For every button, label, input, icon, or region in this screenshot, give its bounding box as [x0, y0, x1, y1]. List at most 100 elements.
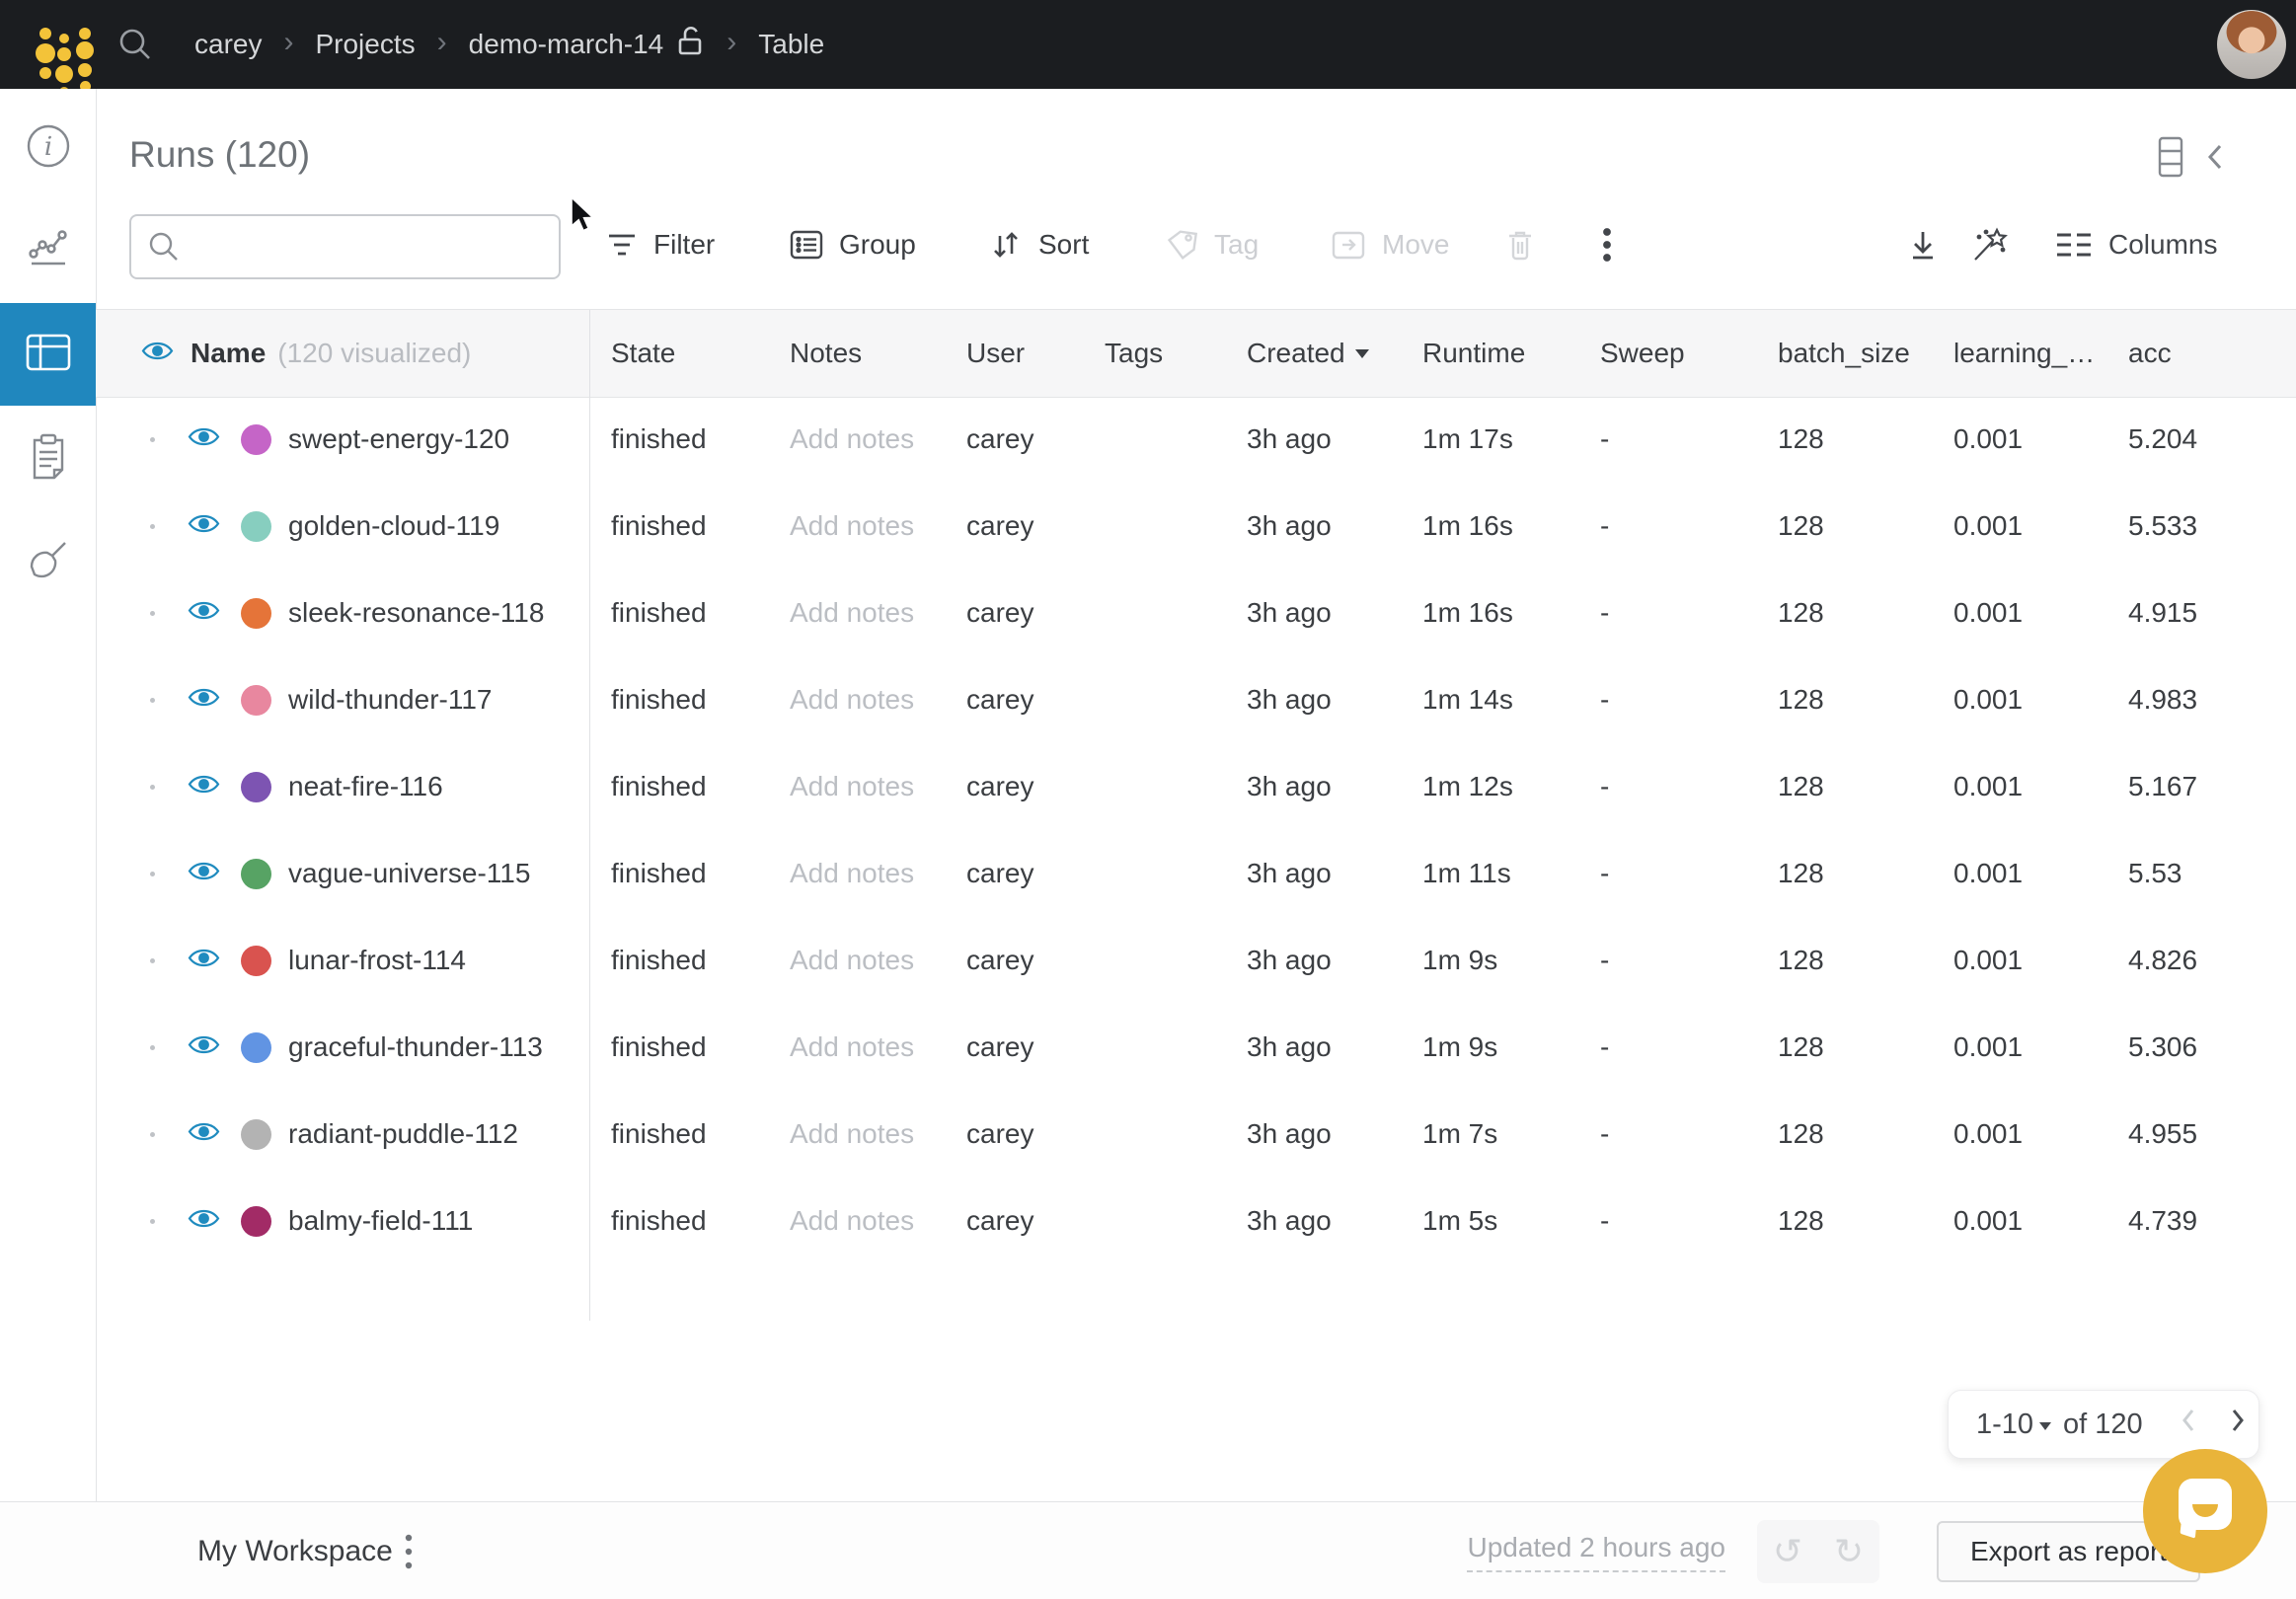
runs-search-input[interactable]	[191, 215, 559, 278]
sidebar-item-table[interactable]	[0, 303, 96, 406]
redo-button[interactable]: ↻	[1818, 1520, 1879, 1583]
move-button[interactable]: Move	[1331, 215, 1449, 274]
cell-notes[interactable]: Add notes	[769, 830, 946, 917]
run-name-link[interactable]: vague-universe-115	[288, 858, 530, 889]
run-name-link[interactable]: swept-energy-120	[288, 423, 509, 455]
table-row[interactable]: golden-cloud-119 finished Add notes care…	[96, 483, 2296, 570]
table-row[interactable]: lunar-frost-114 finished Add notes carey…	[96, 917, 2296, 1004]
visibility-eye-icon[interactable]	[188, 510, 220, 542]
visibility-eye-icon[interactable]	[188, 771, 220, 802]
cell-notes[interactable]: Add notes	[769, 1004, 946, 1091]
run-color-dot[interactable]	[241, 511, 271, 542]
cell-notes[interactable]: Add notes	[769, 656, 946, 743]
collapse-panel-chevron-icon[interactable]	[2205, 142, 2225, 177]
column-header-notes[interactable]: Notes	[769, 310, 946, 397]
run-name-link[interactable]: balmy-field-111	[288, 1205, 473, 1237]
table-row[interactable]: wild-thunder-117 finished Add notes care…	[96, 656, 2296, 743]
cell-notes[interactable]: Add notes	[769, 570, 946, 656]
table-row[interactable]: sleek-resonance-118 finished Add notes c…	[96, 570, 2296, 656]
column-header-sweep[interactable]: Sweep	[1579, 310, 1757, 397]
visibility-eye-icon[interactable]	[188, 1031, 220, 1063]
delete-button[interactable]	[1504, 215, 1536, 274]
more-options-button[interactable]	[1601, 215, 1613, 274]
download-button[interactable]	[1905, 215, 1941, 274]
cell-notes[interactable]: Add notes	[769, 917, 946, 1004]
row-drag-handle[interactable]	[150, 698, 155, 703]
run-name-link[interactable]: golden-cloud-119	[288, 510, 499, 542]
runs-search-box[interactable]	[129, 214, 561, 279]
column-header-runtime[interactable]: Runtime	[1402, 310, 1579, 397]
next-page-button[interactable]	[2228, 1407, 2248, 1442]
run-name-link[interactable]: sleek-resonance-118	[288, 597, 544, 629]
sidebar-item-overview[interactable]: i	[0, 97, 96, 199]
row-drag-handle[interactable]	[150, 1132, 155, 1137]
filter-button[interactable]: Filter	[606, 215, 715, 274]
undo-button[interactable]: ↺	[1757, 1520, 1818, 1583]
visibility-eye-icon[interactable]	[188, 1118, 220, 1150]
global-search-icon[interactable]	[116, 26, 154, 68]
column-header-tags[interactable]: Tags	[1084, 310, 1226, 397]
cell-notes[interactable]: Add notes	[769, 743, 946, 830]
group-button[interactable]: Group	[790, 215, 916, 274]
run-color-dot[interactable]	[241, 859, 271, 889]
cell-notes[interactable]: Add notes	[769, 396, 946, 483]
run-name-link[interactable]: lunar-frost-114	[288, 945, 466, 976]
table-row[interactable]: vague-universe-115 finished Add notes ca…	[96, 830, 2296, 917]
prev-page-button[interactable]	[2179, 1407, 2198, 1442]
run-color-dot[interactable]	[241, 1032, 271, 1063]
run-color-dot[interactable]	[241, 1119, 271, 1150]
run-color-dot[interactable]	[241, 598, 271, 629]
run-color-dot[interactable]	[241, 685, 271, 716]
table-row[interactable]: swept-energy-120 finished Add notes care…	[96, 396, 2296, 483]
run-name-link[interactable]: radiant-puddle-112	[288, 1118, 518, 1150]
run-name-link[interactable]: wild-thunder-117	[288, 684, 493, 716]
columns-button[interactable]: Columns	[2055, 215, 2217, 274]
sidebar-item-charts[interactable]	[0, 197, 96, 300]
column-header-created[interactable]: Created	[1226, 310, 1402, 397]
breadcrumb-project[interactable]: demo-march-14	[469, 29, 664, 60]
run-color-dot[interactable]	[241, 424, 271, 455]
breadcrumb-table[interactable]: Table	[758, 29, 824, 60]
visibility-eye-icon[interactable]	[188, 597, 220, 629]
column-header-user[interactable]: User	[946, 310, 1084, 397]
row-drag-handle[interactable]	[150, 958, 155, 963]
run-color-dot[interactable]	[241, 772, 271, 802]
workspace-menu-button[interactable]	[403, 1530, 415, 1578]
breadcrumb-entity[interactable]: carey	[194, 29, 262, 60]
run-color-dot[interactable]	[241, 1206, 271, 1237]
wandb-logo-icon[interactable]	[22, 12, 87, 77]
cell-notes[interactable]: Add notes	[769, 1091, 946, 1178]
breadcrumb-projects[interactable]: Projects	[315, 29, 415, 60]
user-avatar[interactable]	[2217, 10, 2286, 79]
column-header-name[interactable]: Name (120 visualized)	[96, 310, 590, 397]
row-drag-handle[interactable]	[150, 437, 155, 442]
table-row[interactable]: radiant-puddle-112 finished Add notes ca…	[96, 1091, 2296, 1178]
tag-button[interactable]: Tag	[1165, 215, 1259, 274]
cell-notes[interactable]: Add notes	[769, 1178, 946, 1264]
column-header-state[interactable]: State	[590, 310, 769, 397]
row-drag-handle[interactable]	[150, 524, 155, 529]
column-header-batch-size[interactable]: batch_size	[1757, 310, 1933, 397]
magic-settings-button[interactable]	[1969, 215, 2011, 274]
visibility-eye-icon[interactable]	[141, 338, 174, 369]
last-updated-text[interactable]: Updated 2 hours ago	[1467, 1532, 1725, 1572]
sidebar-item-sweeps[interactable]	[0, 510, 96, 613]
table-row[interactable]: neat-fire-116 finished Add notes carey 3…	[96, 743, 2296, 830]
run-name-link[interactable]: graceful-thunder-113	[288, 1031, 543, 1063]
visibility-eye-icon[interactable]	[188, 1205, 220, 1237]
run-name-link[interactable]: neat-fire-116	[288, 771, 443, 802]
sidebar-item-notes[interactable]	[0, 407, 96, 509]
visibility-eye-icon[interactable]	[188, 858, 220, 889]
cell-notes[interactable]: Add notes	[769, 483, 946, 570]
row-drag-handle[interactable]	[150, 872, 155, 876]
visibility-eye-icon[interactable]	[188, 945, 220, 976]
sort-button[interactable]: Sort	[989, 215, 1089, 274]
column-header-acc[interactable]: acc	[2107, 310, 2296, 397]
visibility-eye-icon[interactable]	[188, 423, 220, 455]
panel-layout-icon[interactable]	[2158, 136, 2183, 183]
row-drag-handle[interactable]	[150, 1045, 155, 1050]
table-row[interactable]: balmy-field-111 finished Add notes carey…	[96, 1178, 2296, 1264]
intercom-chat-button[interactable]	[2143, 1449, 2267, 1573]
column-header-learning-rate[interactable]: learning_…	[1933, 310, 2107, 397]
unlock-icon[interactable]	[675, 26, 705, 64]
